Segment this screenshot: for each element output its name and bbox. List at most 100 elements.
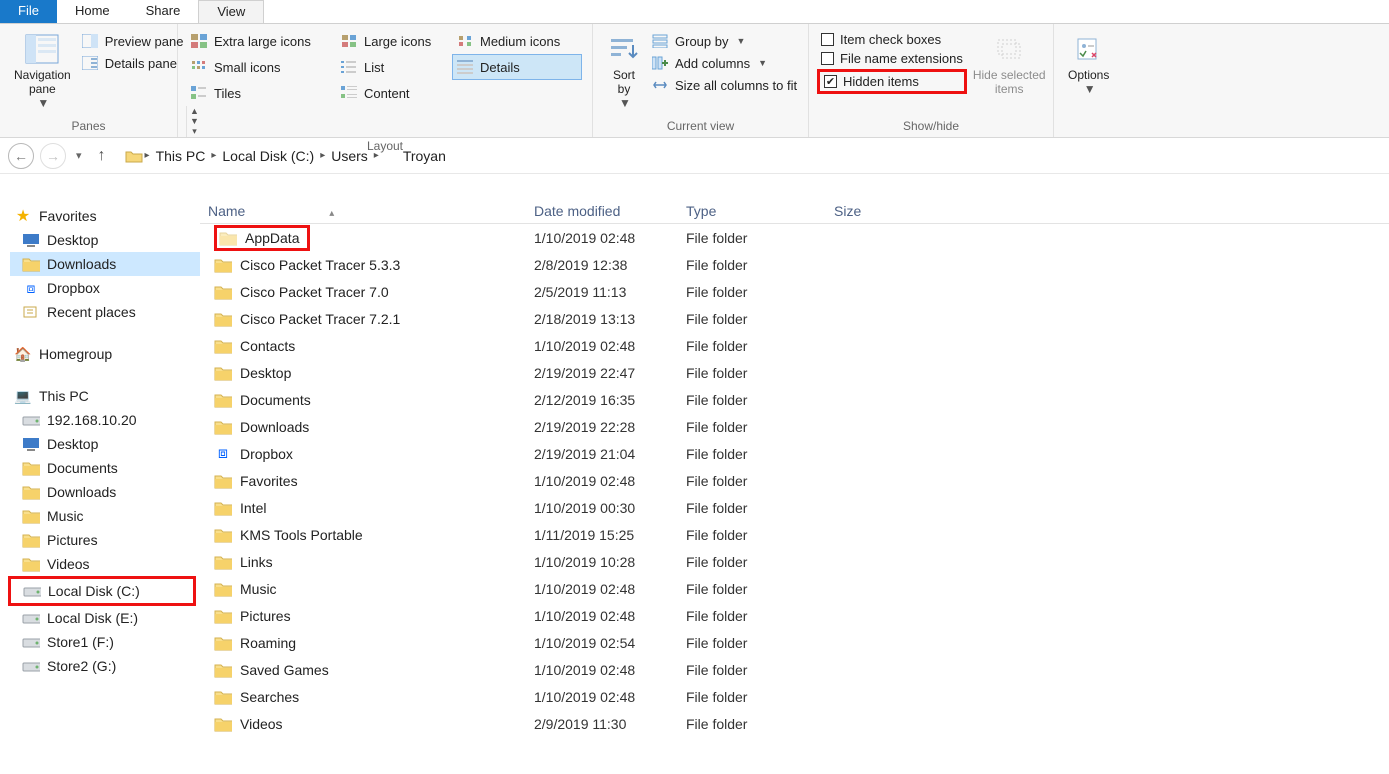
sidebar-item[interactable]: Videos — [10, 552, 200, 576]
sidebar-item-label: Store1 (F:) — [47, 634, 114, 650]
sidebar-item-label: Local Disk (E:) — [47, 610, 138, 626]
breadcrumb-highlighted[interactable]: ▸ This PC ▸ Local Disk (C:) ▸ Users ▸ — [118, 143, 388, 169]
layout-small-icons[interactable]: Small icons — [186, 54, 336, 80]
sidebar-item[interactable]: Desktop — [10, 228, 200, 252]
sort-by-button[interactable]: Sort by ▼ — [601, 28, 647, 117]
sidebar-homegroup[interactable]: 🏠Homegroup — [10, 342, 200, 366]
folder-icon — [214, 634, 232, 652]
sidebar-item[interactable]: Local Disk (E:) — [10, 606, 200, 630]
layout-details[interactable]: Details — [452, 54, 582, 80]
file-row[interactable]: Videos2/9/2019 11:30File folder — [200, 710, 1389, 737]
file-row[interactable]: Contacts1/10/2019 02:48File folder — [200, 332, 1389, 359]
file-row[interactable]: Searches1/10/2019 02:48File folder — [200, 683, 1389, 710]
layout-expand-icon[interactable]: ▾ — [189, 126, 200, 137]
folder-icon — [214, 580, 232, 598]
chevron-right-icon[interactable]: ▸ — [318, 150, 327, 161]
details-icon — [456, 58, 474, 76]
file-row[interactable]: KMS Tools Portable1/11/2019 15:25File fo… — [200, 521, 1389, 548]
sidebar-item[interactable]: Music — [10, 504, 200, 528]
file-row[interactable]: Cisco Packet Tracer 7.2.12/18/2019 13:13… — [200, 305, 1389, 332]
layout-scroll-down-icon[interactable]: ▼ — [189, 116, 200, 126]
file-row[interactable]: Links1/10/2019 10:28File folder — [200, 548, 1389, 575]
item-check-boxes-toggle[interactable]: Item check boxes — [817, 30, 967, 49]
layout-content[interactable]: Content — [336, 80, 452, 106]
sidebar-item-icon — [22, 255, 40, 273]
column-name[interactable]: Name ▴ — [200, 199, 526, 223]
file-row[interactable]: Downloads2/19/2019 22:28File folder — [200, 413, 1389, 440]
file-row[interactable]: Cisco Packet Tracer 7.02/5/2019 11:13Fil… — [200, 278, 1389, 305]
file-type: File folder — [678, 446, 826, 462]
file-row[interactable]: Desktop2/19/2019 22:47File folder — [200, 359, 1389, 386]
tab-share[interactable]: Share — [128, 0, 199, 23]
size-columns-icon — [651, 76, 669, 94]
file-name: KMS Tools Portable — [240, 527, 363, 543]
sidebar-item[interactable]: Downloads — [10, 252, 200, 276]
preview-pane-button[interactable]: Preview pane — [77, 30, 188, 52]
layout-scroll-up-icon[interactable]: ▲ — [189, 106, 200, 116]
options-button[interactable]: Options ▼ — [1062, 28, 1115, 117]
sidebar-item-label: Recent places — [47, 304, 136, 320]
file-date: 2/12/2019 16:35 — [526, 392, 678, 408]
layout-extra-large-icons[interactable]: Extra large icons — [186, 28, 336, 54]
layout-tiles[interactable]: Tiles — [186, 80, 336, 106]
tab-view[interactable]: View — [198, 0, 264, 23]
details-pane-button[interactable]: Details pane — [77, 52, 188, 74]
breadcrumb-segment[interactable]: Troyan — [399, 148, 450, 164]
tab-file[interactable]: File — [0, 0, 57, 23]
group-by-button[interactable]: Group by▼ — [647, 30, 801, 52]
sidebar-item[interactable]: Store1 (F:) — [10, 630, 200, 654]
up-button[interactable]: ↑ — [92, 147, 112, 165]
layout-list[interactable]: List — [336, 54, 452, 80]
sidebar-item-icon: ⧈ — [22, 279, 40, 297]
file-name-extensions-toggle[interactable]: File name extensions — [817, 49, 967, 68]
sidebar-item[interactable]: Local Disk (C:) — [11, 579, 193, 603]
breadcrumb-tail[interactable]: Troyan — [394, 143, 451, 169]
chevron-right-icon[interactable]: ▸ — [209, 150, 218, 161]
size-all-columns-button[interactable]: Size all columns to fit — [647, 74, 801, 96]
chevron-right-icon[interactable]: ▸ — [143, 150, 152, 161]
file-row[interactable]: ⧈Dropbox2/19/2019 21:04File folder — [200, 440, 1389, 467]
file-row[interactable]: Music1/10/2019 02:48File folder — [200, 575, 1389, 602]
file-row[interactable]: Saved Games1/10/2019 02:48File folder — [200, 656, 1389, 683]
hidden-items-toggle[interactable]: ✔Hidden items — [817, 69, 967, 94]
chevron-right-icon[interactable]: ▸ — [372, 150, 381, 161]
sidebar-item[interactable]: Downloads — [10, 480, 200, 504]
layout-medium-icons[interactable]: Medium icons — [452, 28, 582, 54]
layout-large-icons[interactable]: Large icons — [336, 28, 452, 54]
breadcrumb-segment[interactable]: Local Disk (C:) — [218, 148, 318, 164]
sidebar-this-pc[interactable]: 💻This PC — [10, 384, 200, 408]
navigation-pane-button[interactable]: Navigation pane ▼ — [8, 28, 77, 117]
column-type[interactable]: Type — [678, 199, 826, 223]
add-columns-button[interactable]: Add columns▼ — [647, 52, 801, 74]
file-row[interactable]: Roaming1/10/2019 02:54File folder — [200, 629, 1389, 656]
sidebar-item[interactable]: Store2 (G:) — [10, 654, 200, 678]
sidebar-item-label: Desktop — [47, 436, 98, 452]
file-row[interactable]: Intel1/10/2019 00:30File folder — [200, 494, 1389, 521]
column-date[interactable]: Date modified — [526, 199, 678, 223]
file-row[interactable]: Favorites1/10/2019 02:48File folder — [200, 467, 1389, 494]
back-button[interactable]: ← — [8, 143, 34, 169]
folder-icon — [214, 553, 232, 571]
file-date: 2/9/2019 11:30 — [526, 716, 678, 732]
sidebar-favorites[interactable]: ★Favorites — [10, 204, 200, 228]
file-row[interactable]: AppData1/10/2019 02:48File folder — [200, 224, 1389, 251]
sidebar-item[interactable]: Recent places — [10, 300, 200, 324]
file-row[interactable]: Documents2/12/2019 16:35File folder — [200, 386, 1389, 413]
sidebar-item[interactable]: Desktop — [10, 432, 200, 456]
folder-icon: ⧈ — [214, 445, 232, 463]
file-row[interactable]: Pictures1/10/2019 02:48File folder — [200, 602, 1389, 629]
column-size[interactable]: Size — [826, 199, 922, 223]
file-row[interactable]: Cisco Packet Tracer 5.3.32/8/2019 12:38F… — [200, 251, 1389, 278]
sidebar-item[interactable]: Documents — [10, 456, 200, 480]
sidebar-item-icon — [22, 303, 40, 321]
breadcrumb-segment[interactable]: This PC — [152, 148, 210, 164]
sidebar-item[interactable]: Pictures — [10, 528, 200, 552]
history-dropdown[interactable]: ▾ — [72, 149, 86, 162]
breadcrumb-segment[interactable]: Users — [327, 148, 372, 164]
chevron-down-icon: ▼ — [37, 96, 49, 110]
tab-home[interactable]: Home — [57, 0, 128, 23]
sidebar-item[interactable]: ⧈Dropbox — [10, 276, 200, 300]
folder-icon — [214, 472, 232, 490]
file-date: 1/10/2019 02:48 — [526, 473, 678, 489]
sidebar-item[interactable]: 192.168.10.20 — [10, 408, 200, 432]
